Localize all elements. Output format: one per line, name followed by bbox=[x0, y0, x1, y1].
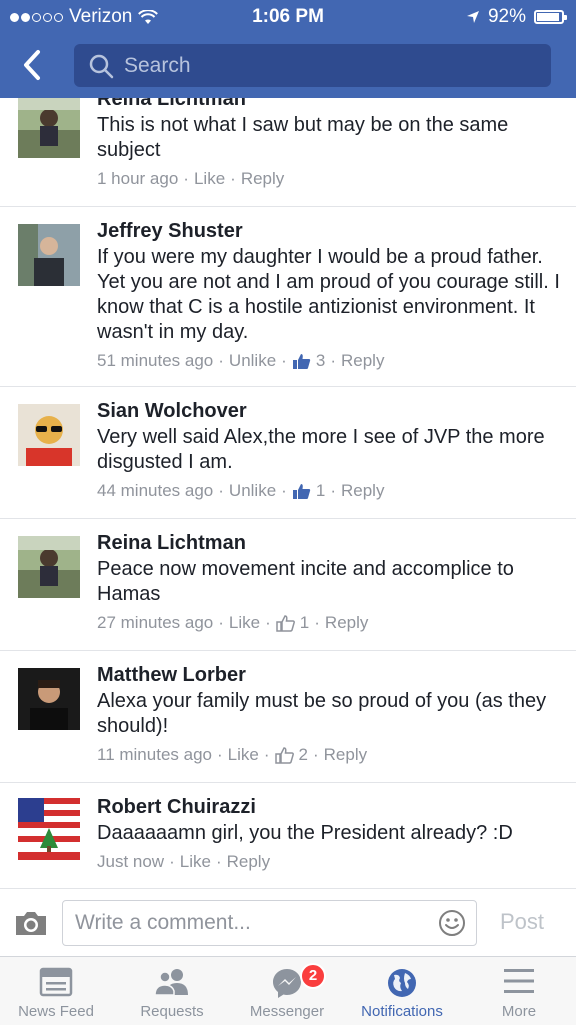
comment-meta: 11 minutes ago · Like · 2 · Reply bbox=[97, 745, 368, 765]
tab-requests[interactable]: Requests bbox=[112, 957, 232, 1025]
avatar bbox=[18, 668, 80, 730]
comment-meta: 1 hour ago · Like · Reply bbox=[97, 169, 285, 189]
comment-time: 27 minutes ago bbox=[97, 613, 214, 632]
messenger-icon bbox=[273, 969, 301, 998]
thumbs-up-icon bbox=[292, 353, 311, 369]
reply-link[interactable]: Reply bbox=[241, 169, 284, 189]
tab-label: Requests bbox=[140, 1003, 204, 1020]
comment-meta: 27 minutes ago · Like · 1 · Reply bbox=[97, 613, 369, 633]
avatar bbox=[18, 404, 80, 466]
comment-item: Reina Lichtman This is not what I saw bu… bbox=[0, 98, 576, 207]
thumbs-up-icon bbox=[292, 483, 311, 499]
search-icon bbox=[89, 54, 114, 79]
tab-label: Messenger bbox=[249, 1003, 325, 1020]
tab-messenger[interactable]: Messenger bbox=[232, 957, 342, 1025]
avatar bbox=[18, 224, 80, 286]
tab-label: More bbox=[501, 1003, 537, 1020]
tab-bar: News Feed Requests Messenger 2 Notificat… bbox=[0, 956, 576, 1025]
comment-meta: 44 minutes ago · Unlike · 1 · Reply bbox=[97, 481, 385, 501]
comment-composer: Post bbox=[0, 888, 576, 957]
unlike-link[interactable]: Unlike bbox=[229, 481, 276, 501]
comment-time: 11 minutes ago bbox=[97, 745, 212, 764]
comment-time: 51 minutes ago bbox=[97, 351, 214, 370]
comment-item: Matthew Lorber Alexa your family must be… bbox=[0, 650, 576, 783]
messenger-badge: 2 bbox=[300, 963, 326, 989]
thumbs-up-icon bbox=[276, 614, 295, 632]
comment-input[interactable] bbox=[75, 901, 415, 945]
like-count[interactable]: 1 bbox=[316, 481, 325, 501]
comment-text: This is not what I saw but may be on the… bbox=[97, 114, 509, 161]
commenter-name[interactable]: Jeffrey Shuster bbox=[97, 218, 562, 244]
search-input[interactable] bbox=[124, 44, 524, 87]
avatar bbox=[18, 536, 80, 598]
comment-text: Daaaaaamn girl, you the President alread… bbox=[97, 822, 513, 844]
tab-notifications[interactable]: Notifications bbox=[342, 957, 462, 1025]
reply-link[interactable]: Reply bbox=[227, 852, 270, 872]
unlike-link[interactable]: Unlike bbox=[229, 351, 276, 371]
tab-label: News Feed bbox=[18, 1003, 94, 1020]
comment-list: Reina Lichtman This is not what I saw bu… bbox=[0, 98, 576, 888]
comment-text: Peace now movement incite and accomplice… bbox=[97, 558, 514, 605]
tab-news-feed[interactable]: News Feed bbox=[0, 957, 112, 1025]
battery-status: 92% bbox=[466, 6, 567, 28]
location-arrow-icon bbox=[466, 11, 479, 23]
comment-time: 44 minutes ago bbox=[97, 481, 214, 500]
reply-link[interactable]: Reply bbox=[325, 613, 368, 633]
like-link[interactable]: Like bbox=[194, 169, 225, 189]
back-arrow-icon[interactable] bbox=[18, 48, 48, 82]
comment-time: 1 hour ago bbox=[97, 169, 179, 188]
like-link[interactable]: Like bbox=[228, 745, 259, 765]
commenter-name[interactable]: Reina Lichtman bbox=[97, 530, 562, 556]
battery-icon bbox=[534, 10, 567, 24]
news-feed-icon bbox=[39, 967, 73, 997]
tab-more[interactable]: More bbox=[462, 957, 576, 1025]
avatar bbox=[18, 798, 80, 860]
comment-item: Robert Chuirazzi Daaaaaamn girl, you the… bbox=[0, 782, 576, 888]
camera-icon[interactable] bbox=[14, 909, 48, 937]
like-link[interactable]: Like bbox=[229, 613, 260, 633]
comment-item: Jeffrey Shuster If you were my daughter … bbox=[0, 206, 576, 387]
commenter-name[interactable]: Sian Wolchover bbox=[97, 398, 562, 424]
comment-input-box[interactable] bbox=[62, 900, 477, 946]
menu-icon bbox=[504, 969, 534, 993]
reply-link[interactable]: Reply bbox=[341, 481, 384, 501]
like-count[interactable]: 1 bbox=[300, 613, 309, 633]
commenter-name[interactable]: Robert Chuirazzi bbox=[97, 794, 562, 820]
comment-time: Just now bbox=[97, 852, 165, 871]
like-count[interactable]: 2 bbox=[299, 745, 308, 765]
navigation-bar: Verizon 1:06 PM 92% bbox=[0, 0, 576, 98]
comment-text: Alexa your family must be so proud of yo… bbox=[97, 690, 547, 737]
tab-label: Notifications bbox=[361, 1003, 443, 1020]
comment-meta: Just now · Like · Reply bbox=[97, 852, 271, 872]
post-button[interactable]: Post bbox=[500, 909, 544, 935]
battery-percent: 92% bbox=[487, 6, 526, 27]
friend-requests-icon bbox=[154, 969, 188, 996]
like-link[interactable]: Like bbox=[180, 852, 211, 872]
like-count[interactable]: 3 bbox=[316, 351, 325, 371]
comment-item: Reina Lichtman Peace now movement incite… bbox=[0, 518, 576, 651]
comment-item: Sian Wolchover Very well said Alex,the m… bbox=[0, 386, 576, 519]
comment-text: Very well said Alex,the more I see of JV… bbox=[97, 426, 545, 473]
reply-link[interactable]: Reply bbox=[324, 745, 367, 765]
reply-link[interactable]: Reply bbox=[341, 351, 384, 371]
comment-meta: 51 minutes ago · Unlike · 3 · Reply bbox=[97, 351, 385, 371]
comment-text: If you were my daughter I would be a pro… bbox=[97, 246, 560, 343]
globe-icon bbox=[388, 969, 416, 997]
commenter-name[interactable]: Matthew Lorber bbox=[97, 662, 562, 688]
avatar bbox=[18, 98, 80, 158]
search-bar[interactable] bbox=[74, 44, 551, 87]
thumbs-up-icon bbox=[274, 746, 294, 764]
commenter-name[interactable]: Reina Lichtman bbox=[97, 98, 562, 112]
status-bar: Verizon 1:06 PM 92% bbox=[0, 0, 576, 34]
smiley-icon[interactable] bbox=[438, 909, 466, 937]
